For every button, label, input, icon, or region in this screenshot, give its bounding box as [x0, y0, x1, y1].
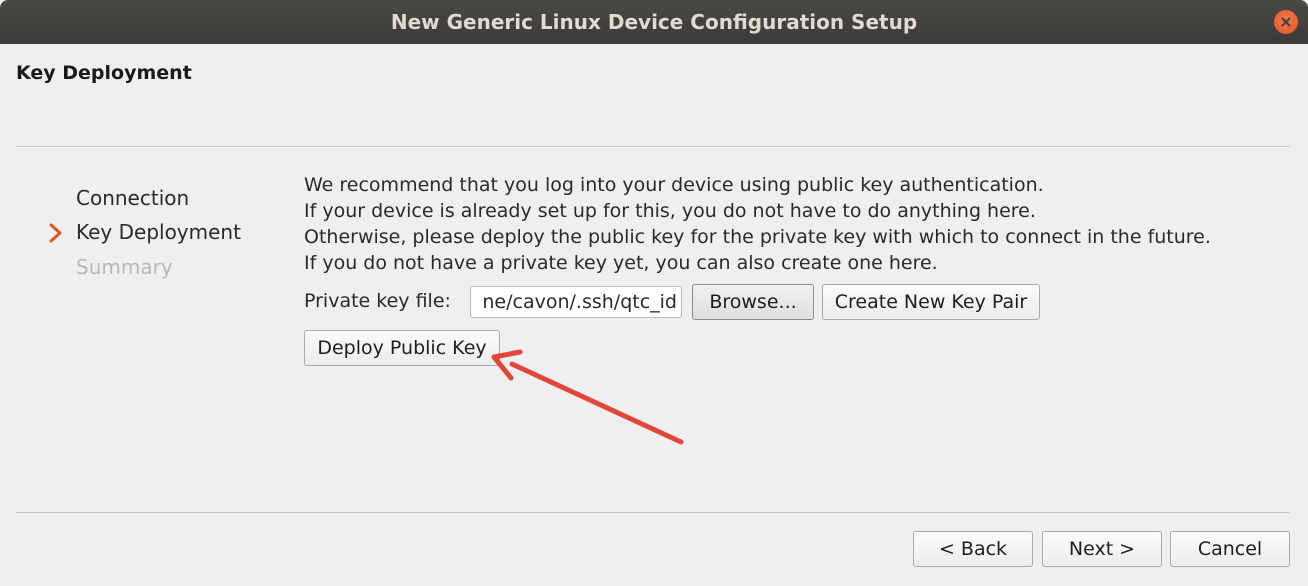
top-divider [16, 146, 1290, 147]
title-bar[interactable]: New Generic Linux Device Configuration S… [0, 0, 1308, 44]
current-step-chevron-icon [49, 223, 62, 243]
private-key-input[interactable]: ne/cavon/.ssh/qtc_id [470, 286, 682, 318]
step-summary: Summary [76, 255, 173, 279]
description-line: If your device is already set up for thi… [304, 200, 1036, 222]
browse-button[interactable]: Browse... [692, 284, 814, 320]
step-connection: Connection [76, 186, 190, 210]
close-icon[interactable]: × [1274, 10, 1298, 34]
cancel-button[interactable]: Cancel [1170, 531, 1290, 567]
back-button[interactable]: < Back [913, 531, 1033, 567]
wizard-window: New Generic Linux Device Configuration S… [0, 0, 1308, 586]
bottom-divider [16, 512, 1290, 513]
description-line: We recommend that you log into your devi… [304, 174, 1044, 196]
description-line: If you do not have a private key yet, yo… [304, 252, 938, 274]
next-button[interactable]: Next > [1042, 531, 1162, 567]
description-line: Otherwise, please deploy the public key … [304, 226, 1211, 248]
create-key-pair-button[interactable]: Create New Key Pair [822, 284, 1040, 320]
page-title: Key Deployment [16, 62, 192, 84]
window-title: New Generic Linux Device Configuration S… [390, 10, 918, 34]
private-key-label: Private key file: [304, 290, 451, 312]
step-key-deployment: Key Deployment [76, 220, 241, 244]
deploy-public-key-button[interactable]: Deploy Public Key [304, 330, 500, 366]
